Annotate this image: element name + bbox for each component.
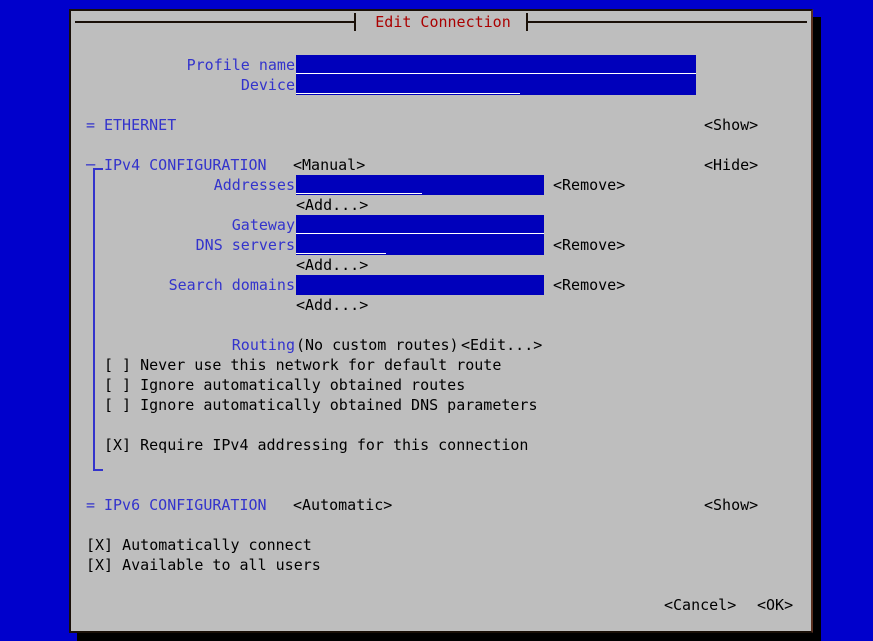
ipv4-search-domains-add-button[interactable]: <Add...> (296, 295, 368, 315)
ok-button[interactable]: <OK> (757, 595, 793, 615)
checkbox-ignore-auto-routes[interactable]: [ ] Ignore automatically obtained routes (104, 375, 465, 395)
ipv4-dns-remove-button[interactable]: <Remove> (553, 235, 625, 255)
ipv6-section-marker[interactable]: = (86, 495, 95, 515)
checkbox-ignore-auto-dns-mark: [ ] (104, 396, 132, 414)
checkbox-ignore-auto-routes-mark: [ ] (104, 376, 132, 394)
ipv4-section-title: IPv4 CONFIGURATION (104, 156, 267, 174)
checkbox-available-all-users-label: Available to all users (122, 556, 321, 574)
ipv4-addresses-label: Addresses (213, 176, 295, 194)
ipv4-search-domains-input[interactable]: 10.32.8.37 (296, 275, 544, 295)
checkbox-automatically-connect-label: Automatically connect (122, 536, 312, 554)
checkbox-automatically-connect-mark: [X] (86, 536, 114, 554)
checkbox-automatically-connect[interactable]: [X] Automatically connect (86, 535, 312, 555)
ipv4-gateway-label: Gateway (231, 216, 295, 234)
checkbox-require-ipv4[interactable]: [X] Require IPv4 addressing for this con… (104, 435, 528, 455)
checkbox-available-all-users[interactable]: [X] Available to all users (86, 555, 321, 575)
ipv4-dns-underline (296, 253, 386, 254)
ipv4-routing-label: Routing (231, 336, 295, 354)
profile-name-label: Profile name (186, 56, 295, 74)
ethernet-section-title: ETHERNET (104, 116, 177, 134)
checkbox-ignore-auto-routes-label: Ignore automatically obtained routes (140, 376, 466, 394)
device-input[interactable]: ens160 (00:50:56:9D:ED:1C) (296, 75, 696, 95)
ipv6-mode-select[interactable]: <Automatic> (293, 495, 392, 515)
ipv4-routing-summary: (No custom routes) (296, 336, 459, 354)
checkbox-never-default-route-label: Never use this network for default route (140, 356, 502, 374)
ipv4-gateway-underline (296, 233, 544, 234)
device-label: Device (240, 76, 295, 94)
edit-connection-dialog: Edit Connection Profile name ens160 Devi… (69, 9, 813, 633)
checkbox-ignore-auto-dns-label: Ignore automatically obtained DNS parame… (140, 396, 538, 414)
checkbox-require-ipv4-label: Require IPv4 addressing for this connect… (140, 436, 529, 454)
ipv4-mode-select[interactable]: <Manual> (293, 155, 365, 175)
device-underline (296, 93, 520, 94)
profile-name-underline (296, 73, 696, 74)
checkbox-ignore-auto-dns[interactable]: [ ] Ignore automatically obtained DNS pa… (104, 395, 537, 415)
ipv4-addresses-input[interactable]: 10.23.34.32/24 (296, 175, 544, 195)
ipv4-section-marker[interactable]: ─ (86, 155, 95, 175)
ipv4-dns-label: DNS servers (195, 236, 295, 254)
terminal-screen: Edit Connection Profile name ens160 Devi… (0, 0, 873, 641)
ipv4-addresses-remove-button[interactable]: <Remove> (553, 175, 625, 195)
ipv6-section-title: IPv6 CONFIGURATION (104, 496, 267, 514)
ipv4-hide-button[interactable]: <Hide> (704, 155, 758, 175)
ipv4-search-domains-remove-button[interactable]: <Remove> (553, 275, 625, 295)
dialog-titlebar: Edit Connection (71, 11, 811, 33)
ethernet-section-marker[interactable]: = (86, 115, 95, 135)
titlebar-rule-right (527, 21, 807, 23)
ipv4-addresses-add-button[interactable]: <Add...> (296, 195, 368, 215)
dialog-title: Edit Connection (360, 11, 526, 33)
checkbox-never-default-route[interactable]: [ ] Never use this network for default r… (104, 355, 501, 375)
ipv4-dns-add-button[interactable]: <Add...> (296, 255, 368, 275)
checkbox-require-ipv4-mark: [X] (104, 436, 132, 454)
profile-name-input[interactable]: ens160 (296, 55, 696, 75)
checkbox-never-default-route-mark: [ ] (104, 356, 132, 374)
ipv4-section-bracket (93, 168, 103, 471)
ipv4-search-domains-label: Search domains (168, 276, 295, 294)
titlebar-rule-left (75, 21, 355, 23)
ipv4-routing-edit-button[interactable]: <Edit...> (461, 335, 542, 355)
ipv4-gateway-input[interactable]: 10.32.88.1 (296, 215, 544, 235)
ethernet-show-button[interactable]: <Show> (704, 115, 758, 135)
ipv6-show-button[interactable]: <Show> (704, 495, 758, 515)
ipv4-dns-input[interactable]: 10.32.8.99 (296, 235, 544, 255)
ipv4-addresses-underline (296, 193, 422, 194)
titlebar-tick-left (354, 13, 356, 31)
checkbox-available-all-users-mark: [X] (86, 556, 114, 574)
cancel-button[interactable]: <Cancel> (664, 595, 736, 615)
